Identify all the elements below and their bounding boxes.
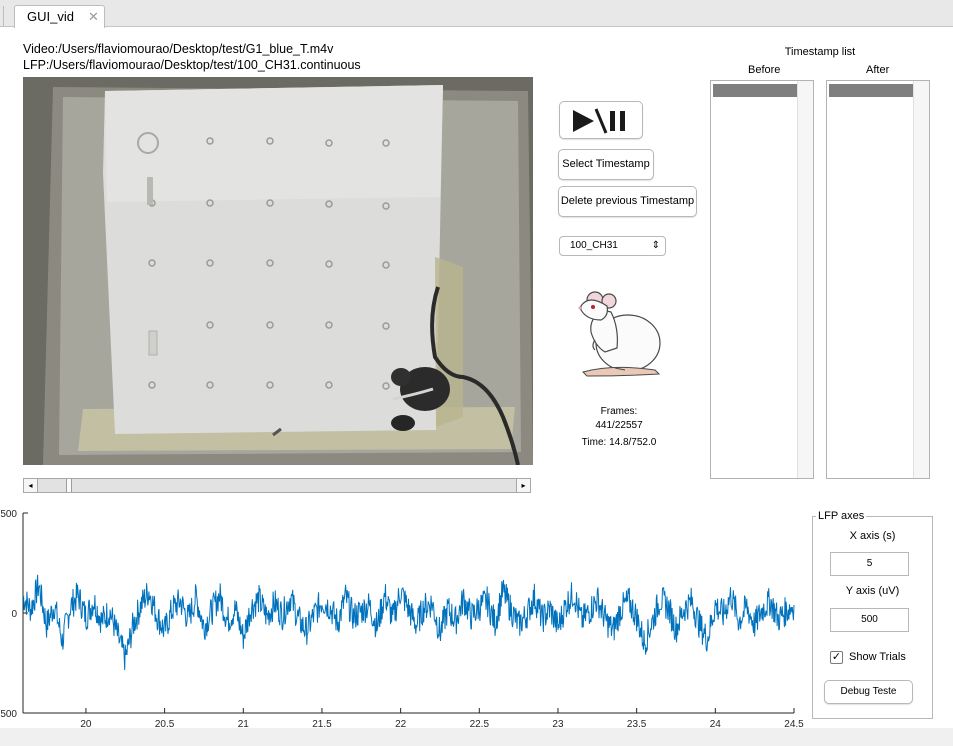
lfp-path-label: LFP:/Users/flaviomourao/Desktop/test/100… [23, 58, 361, 72]
after-list-selection[interactable] [829, 84, 924, 97]
chart-series [22, 574, 795, 671]
debug-teste-button[interactable]: Debug Teste [824, 680, 913, 704]
video-path-label: Video:/Users/flaviomourao/Desktop/test/G… [23, 42, 334, 56]
timestamp-before-list[interactable] [710, 80, 814, 479]
y-tick-label: 500 [0, 509, 17, 520]
y-tick-label: 500 [0, 709, 17, 720]
play-pause-icon [573, 108, 625, 134]
select-timestamp-button[interactable]: Select Timestamp [558, 149, 654, 180]
scroll-right-arrow-icon[interactable]: ▸ [516, 479, 530, 492]
frames-value: 441/22557 [595, 420, 643, 431]
after-list-scrollbar[interactable] [913, 81, 929, 478]
video-frame [23, 77, 533, 465]
video-scrollbar[interactable]: ◂ ▸ [23, 478, 531, 493]
chart-ticks: 20 20.5 21 21.5 22 22.5 23 23.5 24 24.55000500 [0, 509, 804, 730]
time-readout: Time: 14.8/752.0 [581, 437, 657, 448]
rat-illustration [573, 288, 668, 383]
tab-title[interactable]: GUI_vid [27, 9, 74, 24]
lfp-axes-panel-title: LFP axes [816, 510, 867, 522]
scroll-left-arrow-icon[interactable]: ◂ [24, 479, 38, 492]
delete-previous-timestamp-button[interactable]: Delete previous Timestamp [558, 186, 697, 217]
bottom-strip [0, 728, 953, 746]
channel-select-value: 100_CH31 [570, 240, 618, 251]
before-column-label: Before [748, 64, 781, 76]
checkmark-icon: ✓ [831, 651, 842, 663]
y-axis-label: Y axis (uV) [845, 585, 900, 597]
tab-gui-vid[interactable]: GUI_vid ✕ [14, 5, 105, 28]
tab-bar: GUI_vid ✕ [0, 0, 953, 28]
channel-select[interactable]: 100_CH31 ⇕ [559, 236, 666, 256]
y-axis-input[interactable]: 500 [830, 608, 909, 632]
tab-bar-edge [0, 6, 4, 27]
before-list-scrollbar[interactable] [797, 81, 813, 478]
scroll-thumb[interactable] [66, 479, 72, 492]
lfp-trace-line [22, 574, 795, 671]
video-frame-image [23, 77, 533, 465]
timestamp-after-list[interactable] [826, 80, 930, 479]
show-trials-checkbox[interactable]: ✓ [830, 651, 843, 664]
before-list-selection[interactable] [713, 84, 808, 97]
show-trials-label[interactable]: Show Trials [849, 651, 906, 663]
timestamp-list-title: Timestamp list [784, 46, 856, 58]
lfp-chart: 20 20.5 21 21.5 22 22.5 23 23.5 24 24.55000500 [0, 509, 804, 730]
after-column-label: After [866, 64, 890, 76]
close-icon[interactable]: ✕ [88, 9, 99, 25]
y-tick-label: 0 [11, 609, 17, 620]
play-pause-button[interactable] [559, 101, 643, 139]
frames-label: Frames: [600, 406, 638, 417]
chevron-updown-icon: ⇕ [651, 240, 660, 251]
x-axis-label: X axis (s) [849, 530, 896, 542]
x-axis-input[interactable]: 5 [830, 552, 909, 576]
